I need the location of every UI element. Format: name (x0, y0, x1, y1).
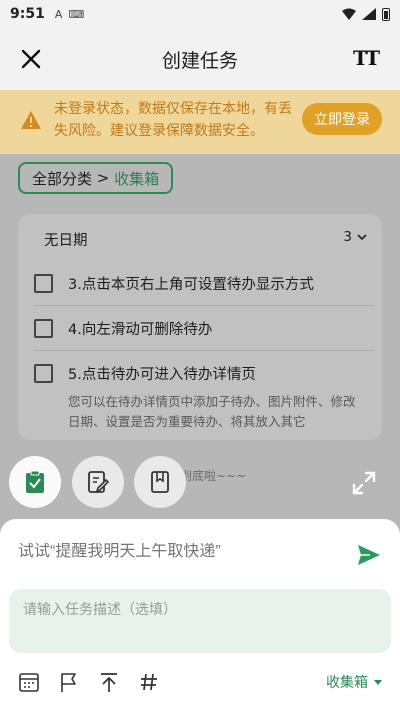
clipboard-check-icon (26, 470, 44, 493)
task-checkbox[interactable] (34, 318, 53, 338)
folder-label: 收集箱 (326, 675, 368, 691)
login-button[interactable]: 立即登录 (302, 103, 382, 135)
breadcrumb-current: 收集箱 (114, 169, 160, 188)
send-icon[interactable] (356, 543, 382, 567)
section-title: 无日期 (44, 233, 88, 249)
task-note: 您可以在待办详情页中添加子待办、图片附件、修改日期、设置是否为重要待办、将其放入… (68, 394, 356, 429)
expand-icon[interactable] (351, 470, 377, 496)
warning-text: 未登录状态，数据仅保存在本地，有丢失风险。建议登录保障数据安全。 (54, 101, 292, 139)
breadcrumb[interactable]: 全部分类 > 收集箱 (18, 162, 174, 194)
end-of-list-text: 到底啦~~~ (180, 469, 247, 483)
app-header: 创建任务 TT (0, 28, 400, 90)
close-icon[interactable] (18, 46, 44, 72)
keyboard-icon: ⌨ (68, 7, 85, 21)
task-description-field[interactable]: 请输入任务描述（选填） (9, 589, 391, 653)
task-type-button[interactable] (9, 456, 61, 508)
page-title: 创建任务 (161, 49, 238, 72)
composer-toolbar: 收集箱 (0, 671, 400, 701)
task-item[interactable]: 4.向左滑动可删除待办 (34, 306, 374, 350)
move-to-top-icon[interactable] (98, 671, 120, 693)
folder-selector[interactable]: 收集箱 (326, 672, 382, 692)
bookmark-type-button[interactable] (134, 456, 186, 508)
task-label: 3.点击本页右上角可设置待办显示方式 (68, 276, 314, 293)
battery-icon (382, 7, 390, 21)
section-count[interactable]: 3 (343, 229, 368, 245)
status-bar: 9:51 A ⌨ (0, 0, 400, 28)
status-time: 9:51 (10, 6, 45, 22)
signal-icon (362, 8, 376, 20)
task-label: 4.向左滑动可删除待办 (68, 321, 213, 338)
calendar-icon[interactable] (18, 671, 40, 693)
breadcrumb-separator: > (92, 169, 115, 187)
task-checkbox[interactable] (34, 273, 53, 293)
task-list-card: 无日期 3 3.点击本页右上角可设置待办显示方式 4.向左滑动可删除待办 5.点… (18, 214, 382, 440)
breadcrumb-root: 全部分类 (32, 169, 93, 188)
hashtag-icon[interactable] (138, 671, 160, 693)
login-warning-banner: 未登录状态，数据仅保存在本地，有丢失风险。建议登录保障数据安全。 立即登录 (0, 90, 400, 154)
task-checkbox[interactable] (34, 363, 53, 383)
caret-down-icon (374, 679, 382, 685)
wifi-icon (342, 8, 356, 20)
edit-note-icon (88, 471, 109, 493)
bookmark-icon (151, 471, 169, 493)
task-item[interactable]: 5.点击待办可进入待办详情页 (34, 351, 374, 395)
text-size-icon[interactable]: TT (353, 46, 380, 70)
task-title-input[interactable] (18, 543, 338, 561)
note-type-button[interactable] (72, 456, 124, 508)
task-item[interactable]: 3.点击本页右上角可设置待办显示方式 (34, 261, 374, 305)
chevron-down-icon (357, 234, 367, 241)
task-label: 5.点击待办可进入待办详情页 (68, 366, 256, 383)
notification-a-icon: A (54, 7, 63, 21)
section-count-value: 3 (343, 229, 352, 245)
flag-icon[interactable] (58, 671, 80, 693)
warning-icon (21, 111, 41, 129)
task-composer: 请输入任务描述（选填） 收集箱 (0, 519, 400, 711)
